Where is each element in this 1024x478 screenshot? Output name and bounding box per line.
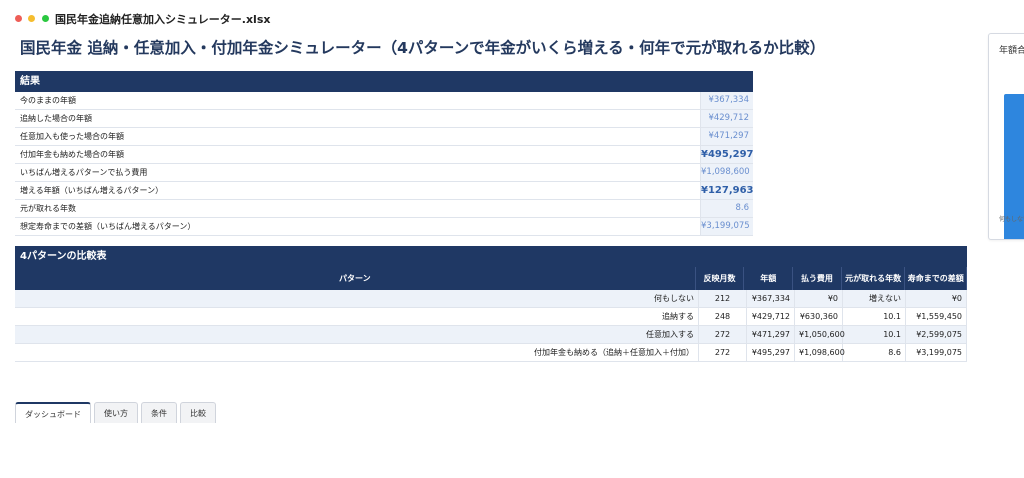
result-value[interactable]: ¥1,098,600 bbox=[701, 164, 753, 181]
cell-months[interactable]: 272 bbox=[699, 326, 747, 343]
result-label: 今のままの年額 bbox=[15, 92, 701, 109]
cell-pattern[interactable]: 追納する bbox=[15, 308, 699, 325]
results-row: 追納した場合の年額 ¥429,712 bbox=[15, 110, 753, 128]
result-label: 付加年金も納めた場合の年額 bbox=[15, 146, 701, 163]
tab-conditions[interactable]: 条件 bbox=[141, 402, 177, 423]
cell-lifetime-diff[interactable]: ¥0 bbox=[906, 290, 967, 307]
results-row: 任意加入も使った場合の年額 ¥471,297 bbox=[15, 128, 753, 146]
page-title: 国民年金 追納・任意加入・付加年金シミュレーター（4パターンで年金がいくら増える… bbox=[20, 39, 826, 57]
cell-annual[interactable]: ¥495,297 bbox=[747, 344, 795, 361]
result-label: 増える年額（いちばん増えるパターン） bbox=[15, 182, 701, 199]
result-label: 任意加入も使った場合の年額 bbox=[15, 128, 701, 145]
minimize-window-button[interactable] bbox=[28, 15, 35, 22]
cell-payback-years[interactable]: 8.6 bbox=[843, 344, 906, 361]
result-label: 想定寿命までの差額（いちばん増えるパターン） bbox=[15, 218, 701, 235]
cell-cost[interactable]: ¥1,098,600 bbox=[795, 344, 845, 361]
results-row: 想定寿命までの差額（いちばん増えるパターン） ¥3,199,075 bbox=[15, 218, 753, 236]
results-row: 増える年額（いちばん増えるパターン） ¥127,963 bbox=[15, 182, 754, 200]
cell-months[interactable]: 212 bbox=[699, 290, 747, 307]
cell-annual[interactable]: ¥367,334 bbox=[747, 290, 795, 307]
cell-pattern[interactable]: 任意加入する bbox=[15, 326, 699, 343]
tab-how-to-use[interactable]: 使い方 bbox=[94, 402, 138, 423]
cell-payback-years[interactable]: 10.1 bbox=[843, 326, 906, 343]
table-row: 付加年金も納める（追納＋任意加入＋付加） 272 ¥495,297 ¥1,098… bbox=[15, 344, 967, 362]
results-row: 付加年金も納めた場合の年額 ¥495,297 bbox=[15, 146, 754, 164]
cell-payback-years[interactable]: 増えない bbox=[843, 290, 906, 307]
cell-months[interactable]: 272 bbox=[699, 344, 747, 361]
column-header-pattern[interactable]: パターン bbox=[15, 267, 696, 290]
cell-cost[interactable]: ¥630,360 bbox=[795, 308, 843, 325]
result-label: いちばん増えるパターンで払う費用 bbox=[15, 164, 701, 181]
cell-lifetime-diff[interactable]: ¥1,559,450 bbox=[906, 308, 967, 325]
cell-pattern[interactable]: 何もしない bbox=[15, 290, 699, 307]
cell-cost[interactable]: ¥0 bbox=[795, 290, 843, 307]
column-header-payback-years[interactable]: 元が取れる年数 bbox=[842, 267, 906, 290]
result-value[interactable]: ¥127,963 bbox=[701, 182, 754, 199]
chart-title: 年額合 bbox=[999, 46, 1024, 56]
cell-pattern[interactable]: 付加年金も納める（追納＋任意加入＋付加） bbox=[15, 344, 699, 361]
column-header-cost[interactable]: 払う費用 bbox=[793, 267, 842, 290]
results-table: 結果 今のままの年額 ¥367,334 追納した場合の年額 ¥429,712 任… bbox=[15, 71, 754, 236]
result-value[interactable]: ¥495,297 bbox=[701, 146, 754, 163]
result-value[interactable]: ¥367,334 bbox=[701, 92, 753, 109]
column-header-months[interactable]: 反映月数 bbox=[696, 267, 745, 290]
chart-x-tick-label: 何もしない bbox=[999, 216, 1024, 223]
comparison-column-headers: パターン 反映月数 年額 払う費用 元が取れる年数 寿命までの差額 bbox=[15, 267, 968, 290]
result-value[interactable]: ¥3,199,075 bbox=[701, 218, 753, 235]
cell-payback-years[interactable]: 10.1 bbox=[843, 308, 906, 325]
window-titlebar: 国民年金追納任意加入シミュレーター.xlsx bbox=[0, 0, 1024, 34]
comparison-table: 4パターンの比較表 パターン 反映月数 年額 払う費用 元が取れる年数 寿命まで… bbox=[15, 246, 968, 362]
sheet-tabs: ダッシュボード 使い方 条件 比較 bbox=[15, 402, 216, 423]
results-header: 結果 bbox=[15, 71, 753, 92]
annual-amount-chart-panel[interactable]: 年額合 何もしない bbox=[988, 33, 1024, 240]
cell-annual[interactable]: ¥471,297 bbox=[747, 326, 795, 343]
table-row: 何もしない 212 ¥367,334 ¥0 増えない ¥0 bbox=[15, 290, 967, 308]
result-label: 元が取れる年数 bbox=[15, 200, 701, 217]
results-row: 今のままの年額 ¥367,334 bbox=[15, 92, 753, 110]
column-header-annual[interactable]: 年額 bbox=[744, 267, 794, 290]
cell-annual[interactable]: ¥429,712 bbox=[747, 308, 795, 325]
cell-cost[interactable]: ¥1,050,600 bbox=[795, 326, 845, 343]
close-window-button[interactable] bbox=[15, 15, 22, 22]
cell-lifetime-diff[interactable]: ¥3,199,075 bbox=[906, 344, 967, 361]
window-title: 国民年金追納任意加入シミュレーター.xlsx bbox=[55, 13, 271, 26]
result-value[interactable]: 8.6 bbox=[701, 200, 753, 217]
result-value[interactable]: ¥471,297 bbox=[701, 128, 753, 145]
table-row: 任意加入する 272 ¥471,297 ¥1,050,600 10.1 ¥2,5… bbox=[15, 326, 967, 344]
cell-lifetime-diff[interactable]: ¥2,599,075 bbox=[906, 326, 967, 343]
table-row: 追納する 248 ¥429,712 ¥630,360 10.1 ¥1,559,4… bbox=[15, 308, 967, 326]
result-value[interactable]: ¥429,712 bbox=[701, 110, 753, 127]
tab-comparison[interactable]: 比較 bbox=[180, 402, 216, 423]
cell-months[interactable]: 248 bbox=[699, 308, 747, 325]
tab-dashboard[interactable]: ダッシュボード bbox=[15, 402, 91, 423]
results-row: 元が取れる年数 8.6 bbox=[15, 200, 753, 218]
results-row: いちばん増えるパターンで払う費用 ¥1,098,600 bbox=[15, 164, 753, 182]
comparison-header: 4パターンの比較表 bbox=[15, 246, 967, 267]
maximize-window-button[interactable] bbox=[42, 15, 49, 22]
result-label: 追納した場合の年額 bbox=[15, 110, 701, 127]
column-header-lifetime-diff[interactable]: 寿命までの差額 bbox=[905, 267, 968, 290]
